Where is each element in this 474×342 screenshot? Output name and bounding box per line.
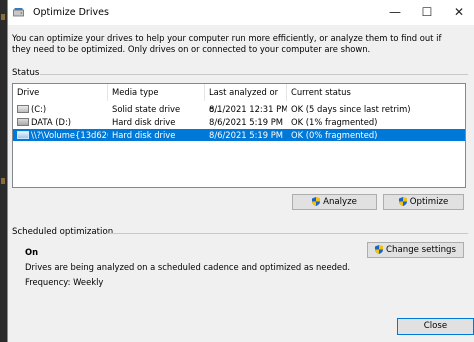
last-analyzed-cell: 8/6/2021 5:19 PM <box>209 117 284 127</box>
change-settings-button-label: Change settings <box>386 245 456 255</box>
optimize-drives-window: Optimize Drives — ☐ ✕ You can optimize y… <box>7 0 474 342</box>
last-analyzed-cell: 8/1/2021 12:31 PM <box>209 104 287 114</box>
column-header-current-status[interactable]: Current status <box>287 84 465 101</box>
current-status-cell: OK (0% fragmented) <box>291 130 378 140</box>
optimize-button[interactable]: Optimize <box>383 194 464 210</box>
current-status-cell: OK (1% fragmented) <box>291 117 378 127</box>
uac-shield-icon <box>312 196 321 206</box>
drives-list[interactable]: Drive Media type Last analyzed or o... C… <box>12 83 466 188</box>
column-header-drive[interactable]: Drive <box>13 84 108 101</box>
analyze-button-label: Analyze <box>323 197 357 207</box>
drive-name: DATA (D:) <box>31 117 72 127</box>
schedule-state: On <box>25 247 39 257</box>
close-window-button[interactable]: ✕ <box>443 0 474 25</box>
schedule-frequency: Frequency: Weekly <box>25 277 104 287</box>
drive-name: \\?\Volume{13d626... <box>31 130 108 140</box>
scheduled-divider <box>106 233 468 234</box>
dialog-footer: Close <box>8 306 474 342</box>
drives-list-header: Drive Media type Last analyzed or o... C… <box>13 84 465 114</box>
current-status-cell: OK (5 days since last retrim) <box>291 104 411 114</box>
hard-drive-icon <box>17 117 29 126</box>
optimize-button-label: Optimize <box>409 197 449 207</box>
optimize-drives-app-icon <box>13 8 24 17</box>
scheduled-optimization-label: Scheduled optimization <box>12 227 114 237</box>
drive-name-cell: \\?\Volume{13d626... <box>13 129 108 141</box>
column-header-last-analyzed[interactable]: Last analyzed or o... <box>205 84 287 114</box>
drive-row-selected[interactable]: \\?\Volume{13d626... Hard disk drive 8/6… <box>13 129 465 141</box>
schedule-description: Drives are being analyzed on a scheduled… <box>25 262 351 272</box>
uac-shield-icon <box>398 196 407 206</box>
drive-row[interactable]: DATA (D:) Hard disk drive 8/6/2021 5:19 … <box>13 116 465 128</box>
drive-row[interactable]: (C:) Solid state drive 8/1/2021 12:31 PM… <box>13 103 465 115</box>
status-divider <box>40 74 468 75</box>
background-edge <box>0 0 7 342</box>
close-button[interactable]: Close <box>397 318 474 335</box>
background-marker <box>1 14 5 20</box>
column-header-media-type[interactable]: Media type <box>108 84 205 101</box>
media-type-cell: Solid state drive <box>112 104 181 114</box>
change-settings-button[interactable]: Change settings <box>367 242 464 258</box>
intro-description: You can optimize your drives to help you… <box>12 33 442 54</box>
drive-name: (C:) <box>31 104 47 114</box>
window-title: Optimize Drives <box>33 7 109 18</box>
media-type-cell: Hard disk drive <box>112 117 176 127</box>
media-type-cell: Hard disk drive <box>112 130 176 140</box>
ssd-drive-icon <box>17 104 29 113</box>
minimize-button[interactable]: — <box>379 0 411 25</box>
drive-name-cell: (C:) <box>13 103 108 115</box>
title-bar[interactable]: Optimize Drives — ☐ ✕ <box>8 0 474 25</box>
drive-name-cell: DATA (D:) <box>13 116 108 128</box>
uac-shield-icon <box>375 244 384 254</box>
analyze-button[interactable]: Analyze <box>292 194 377 210</box>
background-marker <box>1 178 5 184</box>
maximize-button[interactable]: ☐ <box>411 0 443 25</box>
status-section-label: Status <box>12 68 40 78</box>
hard-drive-icon <box>17 130 29 139</box>
last-analyzed-cell: 8/6/2021 5:19 PM <box>209 130 284 140</box>
